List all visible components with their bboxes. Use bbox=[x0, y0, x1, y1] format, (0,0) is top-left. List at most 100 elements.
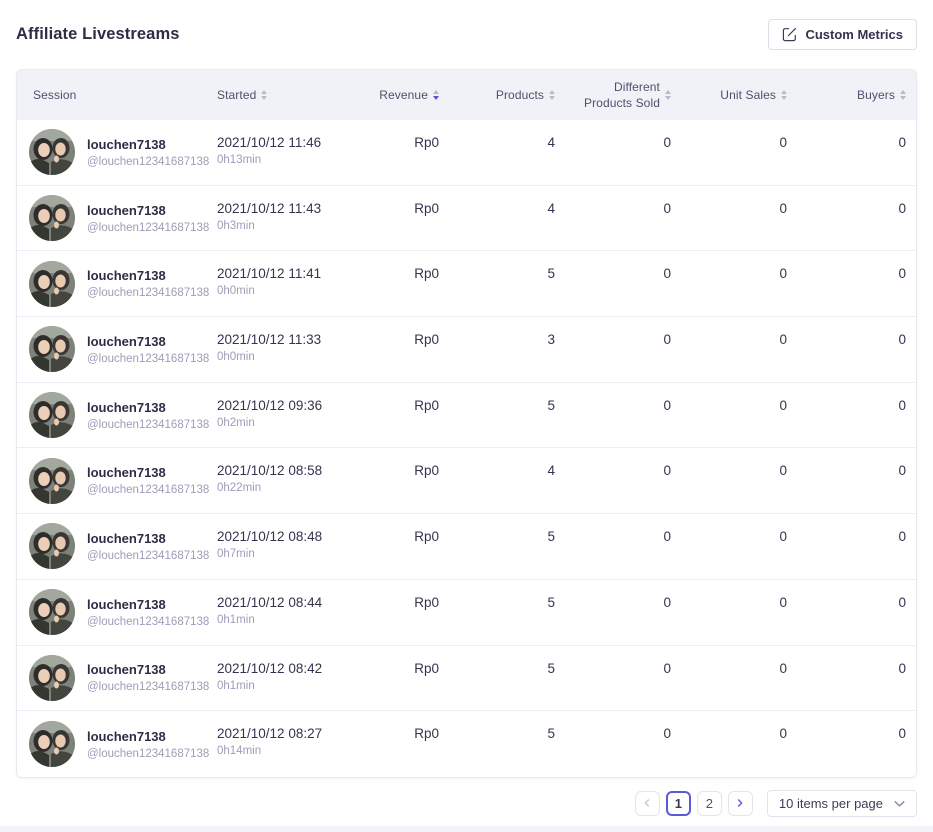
products-cell: 5 bbox=[449, 383, 565, 448]
table-row[interactable]: louchen7138 @louchen12341687138 2021/10/… bbox=[17, 448, 916, 514]
table-row[interactable]: louchen7138 @louchen12341687138 2021/10/… bbox=[17, 514, 916, 580]
session-cell: louchen7138 @louchen12341687138 bbox=[17, 186, 217, 251]
column-label: Started bbox=[217, 88, 256, 102]
buyers-cell: 0 bbox=[797, 383, 916, 448]
table-row[interactable]: louchen7138 @louchen12341687138 2021/10/… bbox=[17, 251, 916, 317]
unit-sales-cell: 0 bbox=[681, 383, 797, 448]
different-products-sold-cell: 0 bbox=[565, 711, 681, 777]
avatar bbox=[29, 523, 75, 569]
column-header-started[interactable]: Started bbox=[217, 70, 333, 120]
revenue-cell: Rp0 bbox=[333, 251, 449, 316]
started-datetime: 2021/10/12 08:48 bbox=[217, 529, 333, 544]
sort-icon[interactable] bbox=[261, 90, 267, 101]
session-info: louchen7138 @louchen12341687138 bbox=[87, 400, 209, 431]
prev-page-button[interactable] bbox=[635, 791, 660, 816]
sort-icon-active-desc[interactable] bbox=[433, 90, 439, 101]
page-1-button[interactable]: 1 bbox=[666, 791, 691, 816]
session-handle: @louchen12341687138 bbox=[87, 353, 209, 365]
started-cell: 2021/10/12 11:41 0h0min bbox=[217, 251, 333, 316]
table-row[interactable]: louchen7138 @louchen12341687138 2021/10/… bbox=[17, 186, 916, 252]
table-row[interactable]: louchen7138 @louchen12341687138 2021/10/… bbox=[17, 317, 916, 383]
session-handle: @louchen12341687138 bbox=[87, 681, 209, 693]
column-label: Session bbox=[33, 88, 76, 102]
pagination: 1 2 10 items per page bbox=[16, 790, 917, 817]
session-info: louchen7138 @louchen12341687138 bbox=[87, 268, 209, 299]
stream-duration: 0h2min bbox=[217, 417, 333, 429]
different-products-sold-cell: 0 bbox=[565, 383, 681, 448]
revenue-cell: Rp0 bbox=[333, 186, 449, 251]
started-datetime: 2021/10/12 08:58 bbox=[217, 463, 333, 478]
page-header: Affiliate Livestreams Custom Metrics bbox=[16, 18, 917, 50]
different-products-sold-cell: 0 bbox=[565, 580, 681, 645]
column-header-buyers[interactable]: Buyers bbox=[797, 70, 916, 120]
unit-sales-cell: 0 bbox=[681, 514, 797, 579]
session-cell: louchen7138 @louchen12341687138 bbox=[17, 711, 217, 777]
table-row[interactable]: louchen7138 @louchen12341687138 2021/10/… bbox=[17, 580, 916, 646]
started-datetime: 2021/10/12 08:44 bbox=[217, 595, 333, 610]
sort-icon[interactable] bbox=[900, 90, 906, 101]
products-cell: 4 bbox=[449, 448, 565, 513]
sort-icon[interactable] bbox=[781, 90, 787, 101]
session-name: louchen7138 bbox=[87, 465, 209, 480]
edit-icon bbox=[782, 27, 797, 42]
sort-icon[interactable] bbox=[549, 90, 555, 101]
buyers-cell: 0 bbox=[797, 580, 916, 645]
avatar bbox=[29, 655, 75, 701]
session-name: louchen7138 bbox=[87, 531, 209, 546]
products-cell: 4 bbox=[449, 186, 565, 251]
products-cell: 5 bbox=[449, 711, 565, 777]
column-header-unit-sales[interactable]: Unit Sales bbox=[681, 70, 797, 120]
session-cell: louchen7138 @louchen12341687138 bbox=[17, 383, 217, 448]
table-row[interactable]: louchen7138 @louchen12341687138 2021/10/… bbox=[17, 120, 916, 186]
different-products-sold-cell: 0 bbox=[565, 646, 681, 711]
livestreams-table: Session Started Revenue Products Differe… bbox=[16, 69, 917, 778]
column-label: Different Products Sold bbox=[576, 79, 660, 111]
different-products-sold-cell: 0 bbox=[565, 120, 681, 185]
sort-icon[interactable] bbox=[665, 90, 671, 101]
avatar bbox=[29, 721, 75, 767]
buyers-cell: 0 bbox=[797, 251, 916, 316]
column-header-revenue[interactable]: Revenue bbox=[333, 70, 449, 120]
session-info: louchen7138 @louchen12341687138 bbox=[87, 203, 209, 234]
revenue-cell: Rp0 bbox=[333, 514, 449, 579]
started-cell: 2021/10/12 08:44 0h1min bbox=[217, 580, 333, 645]
column-label: Products bbox=[496, 88, 544, 102]
table-row[interactable]: louchen7138 @louchen12341687138 2021/10/… bbox=[17, 383, 916, 449]
different-products-sold-cell: 0 bbox=[565, 251, 681, 316]
buyers-cell: 0 bbox=[797, 711, 916, 777]
revenue-cell: Rp0 bbox=[333, 383, 449, 448]
column-label: Revenue bbox=[379, 88, 428, 102]
session-handle: @louchen12341687138 bbox=[87, 222, 209, 234]
buyers-cell: 0 bbox=[797, 514, 916, 579]
session-cell: louchen7138 @louchen12341687138 bbox=[17, 646, 217, 711]
different-products-sold-cell: 0 bbox=[565, 317, 681, 382]
started-cell: 2021/10/12 11:43 0h3min bbox=[217, 186, 333, 251]
page-size-select[interactable]: 10 items per page bbox=[767, 790, 917, 817]
different-products-sold-cell: 0 bbox=[565, 448, 681, 513]
buyers-cell: 0 bbox=[797, 317, 916, 382]
products-cell: 4 bbox=[449, 120, 565, 185]
products-cell: 5 bbox=[449, 514, 565, 579]
revenue-cell: Rp0 bbox=[333, 711, 449, 777]
chevron-right-icon bbox=[735, 796, 745, 811]
started-datetime: 2021/10/12 11:33 bbox=[217, 332, 333, 347]
session-cell: louchen7138 @louchen12341687138 bbox=[17, 120, 217, 185]
stream-duration: 0h1min bbox=[217, 680, 333, 692]
page-2-button[interactable]: 2 bbox=[697, 791, 722, 816]
session-cell: louchen7138 @louchen12341687138 bbox=[17, 514, 217, 579]
table-row[interactable]: louchen7138 @louchen12341687138 2021/10/… bbox=[17, 711, 916, 777]
session-info: louchen7138 @louchen12341687138 bbox=[87, 137, 209, 168]
stream-duration: 0h22min bbox=[217, 482, 333, 494]
started-datetime: 2021/10/12 11:43 bbox=[217, 201, 333, 216]
avatar bbox=[29, 129, 75, 175]
custom-metrics-button[interactable]: Custom Metrics bbox=[768, 19, 917, 50]
table-row[interactable]: louchen7138 @louchen12341687138 2021/10/… bbox=[17, 646, 916, 712]
next-page-button[interactable] bbox=[728, 791, 753, 816]
stream-duration: 0h0min bbox=[217, 351, 333, 363]
session-info: louchen7138 @louchen12341687138 bbox=[87, 729, 209, 760]
column-header-products[interactable]: Products bbox=[449, 70, 565, 120]
column-label: Buyers bbox=[857, 88, 895, 102]
revenue-cell: Rp0 bbox=[333, 317, 449, 382]
column-header-different-products-sold[interactable]: Different Products Sold bbox=[565, 70, 681, 120]
started-cell: 2021/10/12 08:42 0h1min bbox=[217, 646, 333, 711]
